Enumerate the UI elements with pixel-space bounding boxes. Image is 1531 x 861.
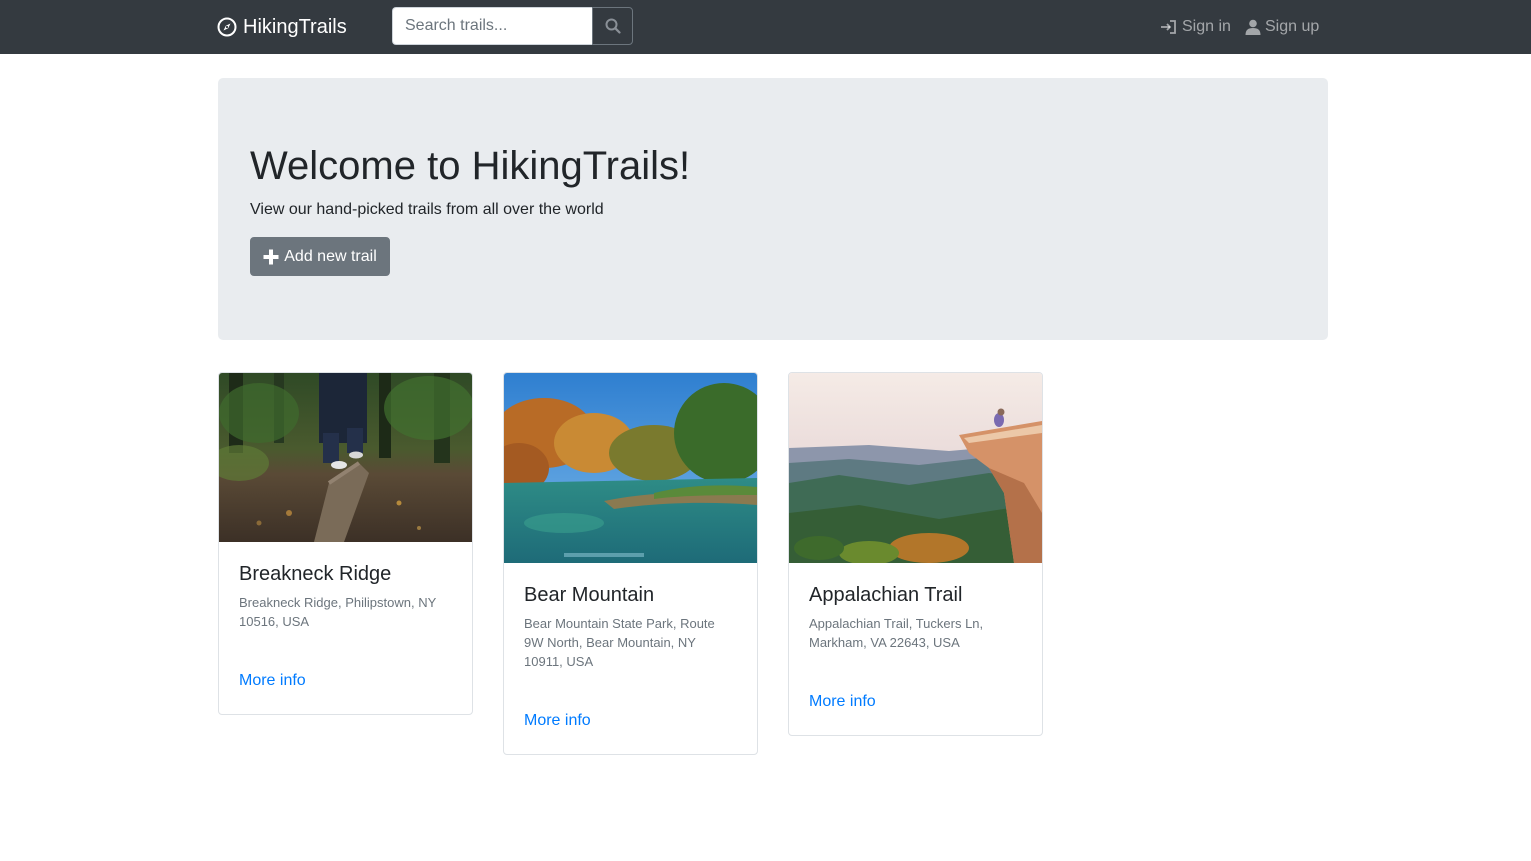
search-form xyxy=(392,7,633,45)
signin-link[interactable]: Sign in xyxy=(1160,16,1231,38)
compass-icon xyxy=(217,17,237,37)
search-input[interactable] xyxy=(392,7,592,45)
trail-card: Appalachian Trail Appalachian Trail, Tuc… xyxy=(788,372,1043,736)
user-icon xyxy=(1245,19,1261,35)
add-trail-button[interactable]: Add new trail xyxy=(250,237,390,276)
brand-name: HikingTrails xyxy=(243,15,347,38)
trail-name: Breakneck Ridge xyxy=(239,563,392,585)
more-info-link[interactable]: More info xyxy=(239,672,306,690)
more-info-link[interactable]: More info xyxy=(524,712,591,730)
trail-name: Bear Mountain xyxy=(524,584,655,606)
sign-in-icon xyxy=(1161,20,1176,34)
signup-label: Sign up xyxy=(1265,18,1320,35)
trail-image xyxy=(789,373,1042,563)
navbar: HikingTrails Sign in Sign up xyxy=(0,0,1531,54)
search-icon xyxy=(605,18,621,34)
trail-address: Breakneck Ridge, Philipstown, NY 10516, … xyxy=(239,595,437,629)
trail-image xyxy=(219,373,472,542)
more-info-link[interactable]: More info xyxy=(809,693,876,711)
signup-link[interactable]: Sign up xyxy=(1245,16,1319,38)
trail-image xyxy=(504,373,757,563)
plus-icon xyxy=(263,249,279,264)
trail-address: Bear Mountain State Park, Route 9W North… xyxy=(524,616,715,669)
page-subtitle: View our hand-picked trails from all ove… xyxy=(250,201,604,218)
add-trail-label: Add new trail xyxy=(284,247,377,265)
welcome-jumbotron: Welcome to HikingTrails! View our hand-p… xyxy=(218,78,1328,340)
trail-address: Appalachian Trail, Tuckers Ln, Markham, … xyxy=(809,616,984,650)
trail-card: Breakneck Ridge Breakneck Ridge, Philips… xyxy=(218,372,473,715)
trail-card: Bear Mountain Bear Mountain State Park, … xyxy=(503,372,758,755)
search-button[interactable] xyxy=(592,7,633,45)
page-title: Welcome to HikingTrails! xyxy=(250,144,691,188)
brand-link[interactable]: HikingTrails xyxy=(217,14,347,40)
trail-name: Appalachian Trail xyxy=(809,584,963,606)
signin-label: Sign in xyxy=(1182,18,1231,35)
